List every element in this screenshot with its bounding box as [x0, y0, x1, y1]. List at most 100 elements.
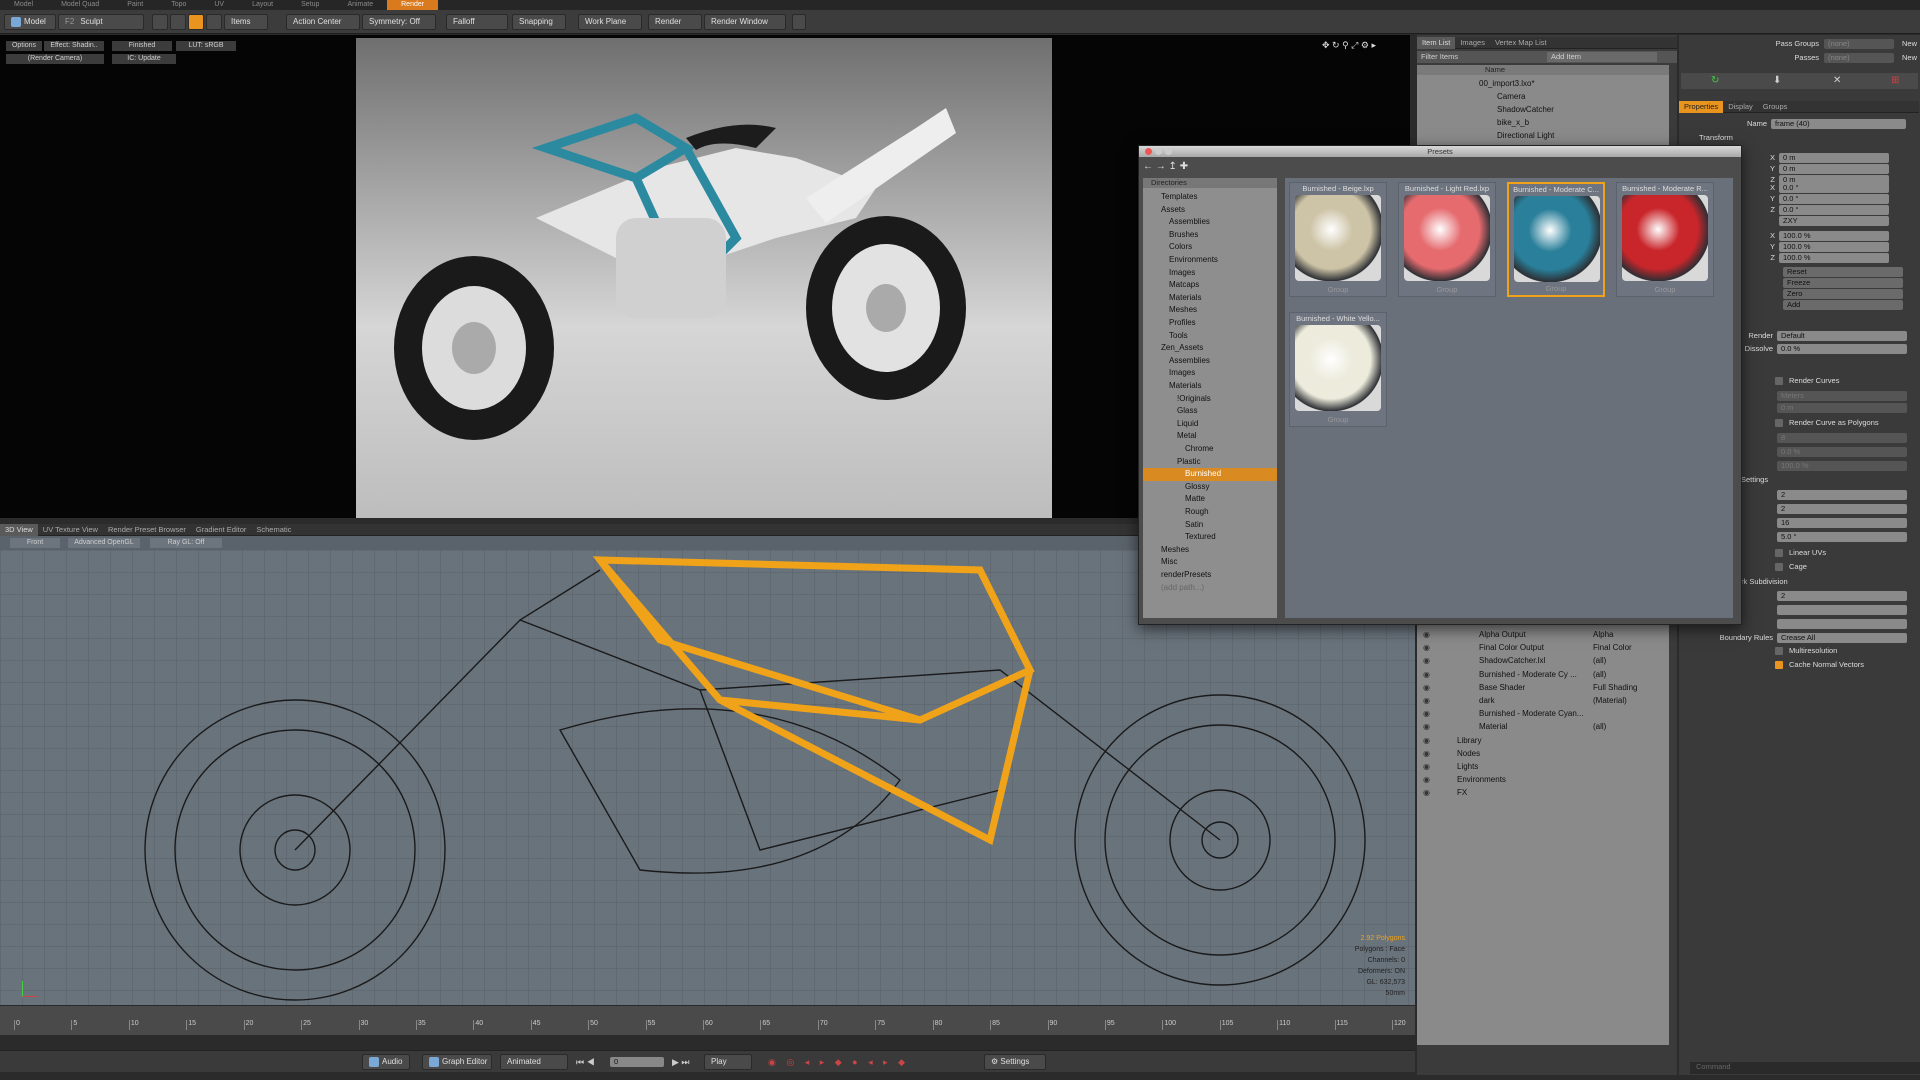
tab-schematic[interactable]: Schematic — [251, 524, 296, 536]
gl-mode-dropdown[interactable]: Advanced OpenGL — [68, 538, 140, 548]
shader-tree-row[interactable]: ◉ Alpha Output Alpha — [1417, 628, 1669, 641]
tab-item-list[interactable]: Item List — [1417, 37, 1456, 49]
shader-tree-row[interactable]: ◉ Final Color Output Final Color — [1417, 641, 1669, 654]
transform-scale-field[interactable]: 100.0 % — [1779, 242, 1889, 252]
list-item[interactable]: Directional Light — [1497, 129, 1554, 142]
key-icons[interactable]: ◉ ◎ ◂ ▸ ◆ ● ◂ ▸ ◆ — [768, 1057, 909, 1068]
eye-icon[interactable]: ◉ — [1423, 668, 1430, 681]
curve-field[interactable]: 0.0 % — [1777, 447, 1907, 457]
top-tab-uv[interactable]: UV — [200, 0, 238, 10]
directory-item[interactable]: Matte — [1143, 493, 1277, 506]
list-item[interactable]: ShadowCatcher — [1497, 103, 1554, 116]
filter-items-field[interactable]: Filter Items — [1421, 52, 1458, 61]
preset-swatch[interactable]: Burnished - Moderate C... Group — [1507, 182, 1605, 297]
subdiv-level-field[interactable]: 2 — [1777, 591, 1907, 601]
directory-item[interactable]: Plastic — [1143, 456, 1277, 469]
ray-gl-dropdown[interactable]: Ray GL: Off — [150, 538, 222, 548]
transform-rot-field[interactable]: 0.0 ° — [1779, 183, 1889, 193]
render-curves-checkbox[interactable] — [1775, 377, 1783, 385]
eye-icon[interactable]: ◉ — [1423, 747, 1430, 760]
level-field[interactable]: 5.0 ° — [1777, 532, 1907, 542]
snapping-button[interactable]: Snapping — [512, 14, 566, 30]
radius-field[interactable]: 0 m — [1777, 403, 1907, 413]
add-icon[interactable]: ⊞ — [1891, 75, 1899, 86]
name-field[interactable]: frame (40) — [1771, 119, 1906, 129]
tab-groups[interactable]: Groups — [1758, 101, 1793, 113]
eye-icon[interactable]: ◉ — [1423, 786, 1430, 799]
linear-uvs-checkbox[interactable] — [1775, 549, 1783, 557]
directory-item[interactable]: Colors — [1143, 241, 1277, 254]
preset-swatch[interactable]: Burnished - Beige.lxp Group — [1289, 182, 1387, 297]
top-tab-topo[interactable]: Topo — [157, 0, 200, 10]
eye-icon[interactable]: ◉ — [1423, 773, 1430, 786]
shader-tree-row[interactable]: ◉ Library — [1417, 734, 1669, 747]
transform-pos-field[interactable]: 0 m — [1779, 153, 1889, 163]
maximize-window-icon[interactable] — [1165, 148, 1172, 155]
boundary-rules-field[interactable]: Crease All — [1777, 633, 1907, 643]
falloff-dropdown[interactable]: Falloff — [446, 14, 508, 30]
tab-render-preset-browser[interactable]: Render Preset Browser — [103, 524, 191, 536]
eye-icon[interactable]: ◉ — [1423, 654, 1430, 667]
tab-display[interactable]: Display — [1723, 101, 1758, 113]
directory-item[interactable]: Burnished — [1143, 468, 1277, 481]
directory-item[interactable]: Zen_Assets — [1143, 342, 1277, 355]
refresh-icon[interactable]: ↻ — [1711, 75, 1719, 86]
level-field[interactable]: 2 — [1777, 490, 1907, 500]
animated-dropdown[interactable]: Animated — [500, 1054, 568, 1070]
close-icon[interactable]: ✕ — [1833, 75, 1841, 86]
work-plane-dropdown[interactable]: Work Plane — [578, 14, 642, 30]
shader-tree-row[interactable]: ◉ dark (Material) — [1417, 694, 1669, 707]
level-field[interactable]: 2 — [1777, 504, 1907, 514]
shader-tree-row[interactable]: ◉ Nodes — [1417, 747, 1669, 760]
material-mode-icon[interactable] — [206, 14, 222, 30]
directory-item[interactable]: Metal — [1143, 430, 1277, 443]
render-curve-polygons-checkbox[interactable] — [1775, 419, 1783, 427]
tab-properties[interactable]: Properties — [1679, 101, 1724, 113]
subdiv-level-field[interactable] — [1777, 605, 1907, 615]
directory-item[interactable]: Satin — [1143, 519, 1277, 532]
eye-icon[interactable]: ◉ — [1423, 681, 1430, 694]
top-tab-layout[interactable]: Layout — [238, 0, 287, 10]
nav-arrows-icon[interactable]: ← → ↥ ✚ — [1143, 161, 1203, 173]
directory-item[interactable]: Textured — [1143, 531, 1277, 544]
directory-item[interactable]: Matcaps — [1143, 279, 1277, 292]
shader-tree-row[interactable]: ◉ Base Shader Full Shading — [1417, 681, 1669, 694]
top-tab-animate[interactable]: Animate — [333, 0, 387, 10]
eye-icon[interactable]: ◉ — [1423, 694, 1430, 707]
effect-dropdown[interactable]: Effect: Shadin.. — [44, 41, 104, 51]
download-icon[interactable]: ⬇ — [1773, 75, 1781, 86]
directory-item[interactable]: Materials — [1143, 292, 1277, 305]
view-front-dropdown[interactable]: Front — [10, 538, 60, 548]
audio-button[interactable]: Audio — [362, 1054, 410, 1070]
top-tab-paint[interactable]: Paint — [113, 0, 157, 10]
eye-icon[interactable]: ◉ — [1423, 720, 1430, 733]
directory-item[interactable]: Images — [1143, 267, 1277, 280]
action-freeze-button[interactable]: Freeze — [1783, 278, 1903, 288]
shader-tree-row[interactable]: ◉ Environments — [1417, 773, 1669, 786]
graph-editor-button[interactable]: Graph Editor — [422, 1054, 492, 1070]
render-button[interactable]: Render — [648, 14, 702, 30]
shader-tree-row[interactable]: ◉ Lights — [1417, 760, 1669, 773]
transform-scale-field[interactable]: 100.0 % — [1779, 253, 1889, 263]
step-icons[interactable]: ▶ ⏭ — [672, 1057, 690, 1068]
options-button[interactable]: Options — [6, 41, 42, 51]
directory-item[interactable]: Assemblies — [1143, 216, 1277, 229]
lut-dropdown[interactable]: LUT: sRGB — [176, 41, 236, 51]
transform-pos-field[interactable]: 0 m — [1779, 164, 1889, 174]
dissolve-field[interactable]: 0.0 % — [1777, 344, 1907, 354]
top-tab-setup[interactable]: Setup — [287, 0, 333, 10]
directory-item[interactable]: Environments — [1143, 254, 1277, 267]
eye-icon[interactable]: ◉ — [1423, 641, 1430, 654]
directory-item[interactable]: Glossy — [1143, 481, 1277, 494]
add-item-dropdown[interactable]: Add Item — [1547, 52, 1657, 62]
action-center-dropdown[interactable]: Action Center — [286, 14, 360, 30]
preset-swatch[interactable]: Burnished - Light Red.lxp Group — [1398, 182, 1496, 297]
multiresolution-checkbox[interactable] — [1775, 647, 1783, 655]
shader-tree-row[interactable]: ◉ Burnished - Moderate Cy ... (all) — [1417, 668, 1669, 681]
eye-icon[interactable]: ◉ — [1423, 628, 1430, 641]
shader-tree-row[interactable]: ◉ FX — [1417, 786, 1669, 799]
pass-groups-dropdown[interactable]: (none) — [1824, 39, 1894, 49]
directory-item[interactable]: (add path...) — [1143, 582, 1277, 595]
eye-icon[interactable]: ◉ — [1423, 707, 1430, 720]
directory-item[interactable]: Images — [1143, 367, 1277, 380]
